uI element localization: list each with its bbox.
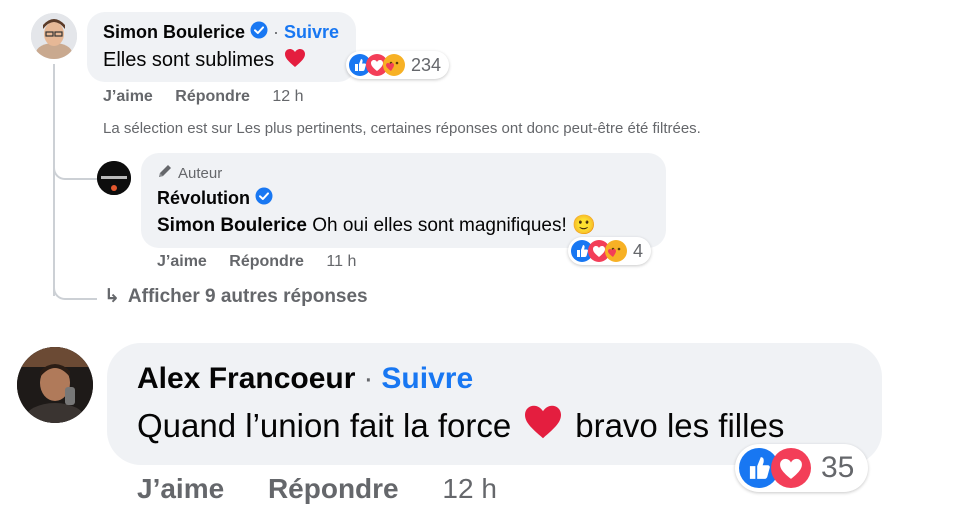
reaction-count: 35: [821, 451, 855, 484]
author-badge: Auteur: [157, 163, 222, 183]
comment-text-alex: Quand l’union fait la force bravo les fi…: [137, 404, 784, 448]
follow-button[interactable]: Suivre: [284, 22, 339, 43]
avatar-revolution[interactable]: [97, 161, 131, 195]
more-replies-label: Afficher 9 autres réponses: [127, 286, 368, 307]
pen-icon: [157, 163, 173, 183]
reaction-summary-alex[interactable]: 35: [735, 444, 869, 492]
follow-button[interactable]: Suivre: [381, 362, 473, 396]
heart-emoji-icon: [284, 49, 306, 71]
reply-button[interactable]: Répondre: [229, 253, 304, 270]
avatar-alex-francoeur[interactable]: [17, 347, 93, 423]
author-name[interactable]: Révolution: [157, 188, 250, 209]
filter-notice: La sélection est sur Les plus pertinents…: [103, 120, 701, 137]
avatar-portrait: [31, 13, 77, 59]
verified-badge-icon: [250, 21, 268, 44]
comment-actions-simon: J’aime Répondre 12 h: [103, 88, 322, 106]
reply-text: Oh oui elles sont magnifiques! 🙂: [312, 215, 596, 236]
separator-dot: ·: [273, 22, 280, 42]
reply-button[interactable]: Répondre: [268, 473, 399, 504]
reaction-count: 4: [633, 240, 644, 261]
thread-line-vertical: [53, 64, 55, 296]
reply-button[interactable]: Répondre: [175, 88, 250, 105]
avatar-simon-boulerice[interactable]: [31, 13, 77, 59]
avatar-logo: [97, 161, 131, 195]
comment-text-end: bravo les filles: [575, 407, 785, 444]
timestamp[interactable]: 11 h: [326, 253, 356, 270]
care-reaction-icon: [605, 240, 627, 262]
avatar-portrait: [17, 347, 93, 423]
thread-line-branch-reply: [53, 160, 97, 180]
mention-link[interactable]: Simon Boulerice: [157, 215, 307, 236]
comment-text-simon: Elles sont sublimes: [103, 48, 306, 72]
timestamp[interactable]: 12 h: [442, 473, 497, 504]
love-reaction-icon: [771, 448, 811, 488]
comment-text: Elles sont sublimes: [103, 49, 275, 71]
author-name[interactable]: Simon Boulerice: [103, 22, 245, 43]
author-badge-label: Auteur: [178, 164, 223, 182]
thread-line-branch-more: [53, 280, 97, 300]
reaction-summary-revolution[interactable]: 4: [568, 237, 652, 265]
reaction-summary-simon[interactable]: 234: [346, 51, 450, 79]
reply-text-revolution: Simon Boulerice Oh oui elles sont magnif…: [157, 213, 596, 237]
like-button[interactable]: J’aime: [103, 88, 153, 105]
reply-actions-revolution: J’aime Répondre 11 h: [157, 253, 374, 271]
heart-emoji-icon: [523, 404, 563, 448]
separator-dot: ·: [363, 362, 374, 395]
like-button[interactable]: J’aime: [157, 253, 207, 270]
comment-header-alex: Alex Francoeur · Suivre: [137, 362, 473, 396]
comment-actions-alex: J’aime Répondre 12 h: [137, 473, 515, 505]
timestamp[interactable]: 12 h: [272, 88, 303, 105]
more-replies-link[interactable]: ↳ Afficher 9 autres réponses: [104, 285, 368, 308]
comment-text-start: Quand l’union fait la force: [137, 407, 512, 444]
comment-header-simon: Simon Boulerice · Suivre: [103, 21, 339, 44]
reaction-count: 234: [411, 54, 442, 75]
like-button[interactable]: J’aime: [137, 473, 224, 504]
care-reaction-icon: [383, 54, 405, 76]
verified-badge-icon: [255, 187, 273, 210]
reply-arrow-icon: ↳: [104, 286, 120, 307]
reply-header-revolution: Révolution: [157, 187, 273, 210]
author-name[interactable]: Alex Francoeur: [137, 362, 355, 396]
